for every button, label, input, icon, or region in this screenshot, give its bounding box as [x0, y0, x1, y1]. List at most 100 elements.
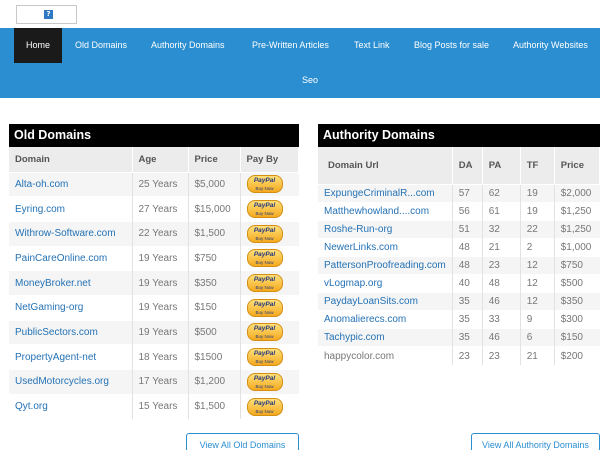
price-cell: $750 [187, 245, 240, 271]
domain-link[interactable]: UsedMotorcycles.org [15, 376, 109, 387]
table-row: Qyt.org 15 Years $1,500 PayPal Buy Now [9, 393, 299, 419]
paypal-buy-now-button[interactable]: PayPal Buy Now [246, 224, 283, 243]
nav-authority-domains[interactable]: Authority Domains [139, 28, 237, 63]
authority-domains-table: Domain Url DA PA TF Price ExpungeCrimina… [318, 147, 600, 365]
tf-cell: 9 [519, 310, 555, 329]
buy-now-label: Buy Now [255, 285, 274, 291]
price-cell: $15,000 [187, 196, 240, 222]
table-row: ExpungeCriminalR...com 57 62 19 $2,000 [318, 183, 600, 203]
da-cell: 35 [451, 310, 483, 329]
domain-link[interactable]: Qyt.org [15, 401, 48, 412]
view-all-authority-domains-button[interactable]: View All Authority Domains [471, 433, 600, 450]
paypal-label: PayPal [253, 350, 276, 358]
pay-by-cell: PayPal Buy Now [239, 369, 299, 395]
age-cell: 17 Years [131, 369, 188, 395]
pay-by-cell: PayPal Buy Now [239, 196, 299, 222]
domain-link[interactable]: MoneyBroker.net [15, 278, 91, 289]
table-row: Alta-oh.com 25 Years $5,000 PayPal Buy Now [9, 171, 299, 197]
paypal-label: PayPal [253, 399, 276, 407]
domain-link[interactable]: Withrow-Software.com [15, 228, 116, 239]
domain-cell: NetGaming-org [9, 294, 132, 321]
table-row: MoneyBroker.net 19 Years $350 PayPal Buy Now [9, 270, 299, 296]
domain-link[interactable]: Tachypic.com [324, 332, 385, 343]
domain-link[interactable]: Alta-oh.com [15, 179, 68, 190]
old-domains-title: Old Domains [9, 124, 299, 147]
domain-cell: Eyring.com [9, 196, 132, 222]
tf-cell: 2 [519, 237, 555, 257]
table-row: Matthewhowland....com 56 61 19 $1,250 [318, 201, 600, 221]
domain-link[interactable]: ExpungeCriminalR...com [324, 188, 435, 199]
paypal-buy-now-button[interactable]: PayPal Buy Now [246, 298, 283, 317]
domain-url-cell: PattersonProofreading.com [318, 255, 453, 275]
view-all-old-domains-button[interactable]: View All Old Domains [186, 433, 299, 450]
da-cell: 48 [451, 255, 483, 275]
nav-seo[interactable]: Seo [290, 63, 330, 98]
nav-authority-websites[interactable]: Authority Websites [501, 28, 600, 63]
price-cell: $1,200 [187, 369, 240, 395]
da-cell: 57 [451, 183, 483, 203]
buy-now-label: Buy Now [255, 334, 274, 340]
buy-now-label: Buy Now [255, 260, 274, 266]
pa-cell: 46 [481, 292, 521, 311]
price-cell: $5,000 [187, 171, 240, 197]
domain-link[interactable]: PaydayLoanSits.com [324, 296, 418, 307]
nav-text-link[interactable]: Text Link [342, 28, 402, 63]
price-cell: $200 [553, 346, 600, 365]
domain-cell: UsedMotorcycles.org [9, 369, 132, 395]
domain-url-cell: Roshe-Run-org [318, 219, 453, 239]
domain-link[interactable]: happycolor.com [324, 351, 394, 362]
da-cell: 35 [451, 328, 483, 347]
paypal-buy-now-button[interactable]: PayPal Buy Now [246, 175, 283, 194]
da-cell: 23 [451, 346, 483, 365]
age-cell: 27 Years [131, 196, 188, 222]
nav-pre-written-articles[interactable]: Pre-Written Articles [240, 28, 341, 63]
col-price: Price [188, 147, 241, 172]
price-cell: $1,250 [553, 219, 600, 239]
domain-link[interactable]: Matthewhowland....com [324, 206, 429, 217]
da-cell: 51 [451, 219, 483, 239]
domain-url-cell: Tachypic.com [318, 328, 453, 347]
paypal-label: PayPal [253, 177, 276, 185]
paypal-buy-now-button[interactable]: PayPal Buy Now [246, 348, 283, 367]
pa-cell: 61 [481, 201, 521, 221]
domain-link[interactable]: Anomalierecs.com [324, 314, 406, 325]
authority-domains-title: Authority Domains [318, 124, 600, 147]
domain-link[interactable]: PattersonProofreading.com [324, 260, 446, 271]
paypal-buy-now-button[interactable]: PayPal Buy Now [246, 323, 283, 342]
paypal-label: PayPal [253, 325, 276, 333]
nav-blog-posts[interactable]: Blog Posts for sale [402, 28, 501, 63]
domain-link[interactable]: vLogmap.org [324, 278, 382, 289]
table-row: Tachypic.com 35 46 6 $150 [318, 328, 600, 347]
domain-link[interactable]: Eyring.com [15, 204, 65, 215]
main-nav: Home Old Domains Authority Domains Pre-W… [0, 28, 600, 98]
nav-home[interactable]: Home [14, 28, 63, 63]
domain-link[interactable]: Roshe-Run-org [324, 224, 392, 235]
domain-link[interactable]: NetGaming-org [15, 302, 83, 313]
domain-url-cell: ExpungeCriminalR...com [318, 183, 453, 203]
price-cell: $1,500 [187, 220, 240, 247]
paypal-buy-now-button[interactable]: PayPal Buy Now [246, 200, 283, 219]
logo[interactable]: ? [16, 5, 77, 24]
domain-link[interactable]: PropertyAgent-net [15, 352, 96, 363]
paypal-buy-now-button[interactable]: PayPal Buy Now [246, 249, 283, 268]
pa-cell: 46 [481, 328, 521, 347]
domain-link[interactable]: PainCareOnline.com [15, 253, 107, 264]
buy-now-label: Buy Now [255, 309, 274, 315]
buy-now-label: Buy Now [255, 235, 274, 241]
table-row: PainCareOnline.com 19 Years $750 PayPal Buy … [9, 245, 299, 271]
col-price: Price [554, 147, 600, 184]
table-row: PublicSectors.com 19 Years $500 PayPal Buy N… [9, 319, 299, 345]
paypal-buy-now-button[interactable]: PayPal Buy Now [246, 274, 283, 293]
table-row: happycolor.com 23 23 21 $200 [318, 346, 600, 365]
nav-old-domains[interactable]: Old Domains [63, 28, 139, 63]
paypal-buy-now-button[interactable]: PayPal Buy Now [246, 397, 283, 416]
tf-cell: 12 [519, 292, 555, 311]
domain-link[interactable]: PublicSectors.com [15, 327, 98, 338]
buy-now-label: Buy Now [255, 359, 274, 365]
price-cell: $1,000 [553, 237, 600, 257]
domain-link[interactable]: NewerLinks.com [324, 242, 398, 253]
domain-url-cell: NewerLinks.com [318, 237, 453, 257]
old-domains-panel: Old Domains Domain Age Price Pay By Alta… [9, 124, 299, 419]
pa-cell: 23 [481, 346, 521, 365]
paypal-buy-now-button[interactable]: PayPal Buy Now [246, 372, 283, 391]
